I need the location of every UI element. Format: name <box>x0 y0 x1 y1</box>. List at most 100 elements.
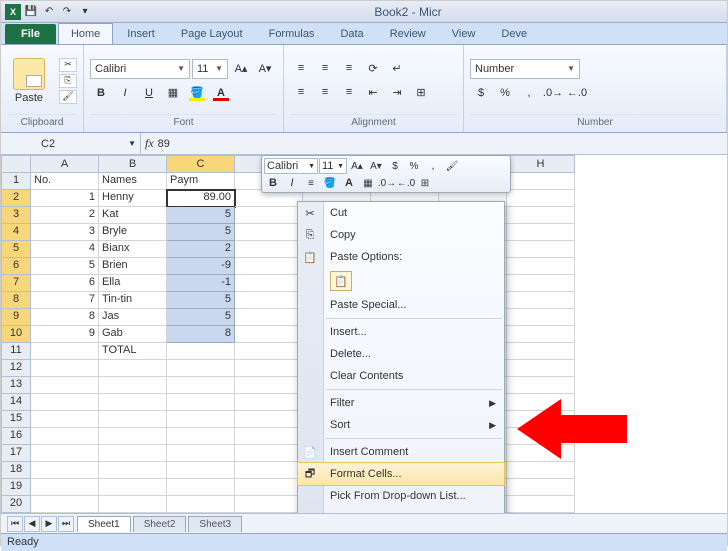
cell[interactable]: 3 <box>31 224 99 241</box>
cell[interactable] <box>31 496 99 513</box>
cell[interactable]: Gab <box>99 326 167 343</box>
cell[interactable]: -9 <box>167 258 235 275</box>
decrease-decimal-icon[interactable]: ←.0 <box>566 83 588 103</box>
menu-cut[interactable]: ✂Cut <box>298 202 504 224</box>
cell[interactable] <box>507 360 575 377</box>
menu-paste-option-values[interactable]: 📋 <box>298 268 504 294</box>
cell[interactable]: 4 <box>31 241 99 258</box>
cell[interactable] <box>235 411 303 428</box>
cell[interactable] <box>507 496 575 513</box>
mini-border-icon[interactable]: ▦ <box>359 175 377 191</box>
paste-button[interactable]: Paste <box>7 56 51 106</box>
cell[interactable]: 2 <box>167 241 235 258</box>
cell[interactable] <box>31 394 99 411</box>
cell[interactable]: Ella <box>99 275 167 292</box>
menu-copy[interactable]: ⎘Copy <box>298 224 504 246</box>
col-header-H[interactable]: H <box>507 155 575 173</box>
number-format-combo[interactable]: Number▼ <box>470 59 580 79</box>
cell[interactable] <box>167 411 235 428</box>
tab-file[interactable]: File <box>5 24 56 44</box>
row-header[interactable]: 18 <box>1 462 31 479</box>
cell[interactable]: 8 <box>31 309 99 326</box>
align-center-icon[interactable]: ≡ <box>314 83 336 103</box>
currency-button[interactable]: $ <box>470 83 492 103</box>
cell[interactable]: Jas <box>99 309 167 326</box>
cell[interactable] <box>167 360 235 377</box>
cell[interactable] <box>167 479 235 496</box>
cell[interactable] <box>167 462 235 479</box>
row-header[interactable]: 11 <box>1 343 31 360</box>
tab-page-layout[interactable]: Page Layout <box>169 24 255 44</box>
cell[interactable] <box>31 411 99 428</box>
cell[interactable]: Kat <box>99 207 167 224</box>
font-size-combo[interactable]: 11▼ <box>192 59 228 79</box>
cell[interactable]: Henny <box>99 190 167 207</box>
row-header[interactable]: 12 <box>1 360 31 377</box>
sheet-nav-prev-icon[interactable]: ◀ <box>24 516 40 532</box>
cell[interactable] <box>99 360 167 377</box>
qa-more-icon[interactable]: ▾ <box>77 4 93 20</box>
cell[interactable] <box>235 309 303 326</box>
menu-delete[interactable]: Delete... <box>298 343 504 365</box>
mini-bold-icon[interactable]: B <box>264 175 282 191</box>
cell[interactable] <box>31 377 99 394</box>
grow-font-icon[interactable]: A▴ <box>230 59 252 79</box>
cell[interactable] <box>235 377 303 394</box>
sheet-tab-1[interactable]: Sheet1 <box>77 516 131 532</box>
tab-data[interactable]: Data <box>328 24 375 44</box>
cell[interactable] <box>31 479 99 496</box>
copy-icon[interactable]: ⎘ <box>59 74 77 88</box>
cell[interactable]: 6 <box>31 275 99 292</box>
row-header[interactable]: 10 <box>1 326 31 343</box>
cell[interactable] <box>507 275 575 292</box>
wrap-text-button[interactable]: ↵ <box>386 59 408 79</box>
cell[interactable] <box>235 224 303 241</box>
align-left-icon[interactable]: ≡ <box>290 83 312 103</box>
shrink-font-icon[interactable]: A▾ <box>254 59 276 79</box>
cell[interactable]: -1 <box>167 275 235 292</box>
cell[interactable] <box>507 173 575 190</box>
cell[interactable]: 7 <box>31 292 99 309</box>
cell[interactable] <box>507 224 575 241</box>
cell[interactable] <box>507 258 575 275</box>
undo-icon[interactable]: ↶ <box>41 4 57 20</box>
mini-fill-icon[interactable]: 🪣 <box>321 175 339 191</box>
cell[interactable]: 5 <box>167 207 235 224</box>
tab-developer[interactable]: Deve <box>489 24 539 44</box>
cell[interactable] <box>507 309 575 326</box>
cell[interactable] <box>167 394 235 411</box>
cell[interactable]: TOTAL <box>99 343 167 360</box>
fill-color-button[interactable]: 🪣 <box>186 83 208 103</box>
cell[interactable] <box>99 411 167 428</box>
row-header[interactable]: 3 <box>1 207 31 224</box>
bold-button[interactable]: B <box>90 83 112 103</box>
tab-insert[interactable]: Insert <box>115 24 167 44</box>
merge-button[interactable]: ⊞ <box>410 83 432 103</box>
row-header[interactable]: 9 <box>1 309 31 326</box>
cell[interactable] <box>235 360 303 377</box>
cell[interactable]: 1 <box>31 190 99 207</box>
font-color-button[interactable]: A <box>210 83 232 103</box>
cell[interactable] <box>235 496 303 513</box>
cell[interactable] <box>167 428 235 445</box>
cell[interactable] <box>235 445 303 462</box>
cell[interactable] <box>31 462 99 479</box>
font-name-combo[interactable]: Calibri▼ <box>90 59 190 79</box>
cell[interactable] <box>31 360 99 377</box>
cell[interactable] <box>235 241 303 258</box>
save-icon[interactable]: 💾 <box>23 4 39 20</box>
mini-dec-dec-icon[interactable]: ←.0 <box>397 175 415 191</box>
cell[interactable] <box>235 462 303 479</box>
mini-size-combo[interactable]: 11▼ <box>319 158 347 174</box>
cut-icon[interactable]: ✂ <box>59 58 77 72</box>
tab-view[interactable]: View <box>440 24 488 44</box>
sheet-nav-last-icon[interactable]: ⏭ <box>58 516 74 532</box>
formula-input[interactable]: 89 <box>158 138 170 150</box>
cell[interactable] <box>99 445 167 462</box>
mini-font-combo[interactable]: Calibri▼ <box>264 158 318 174</box>
col-header-A[interactable]: A <box>31 155 99 173</box>
mini-dec-inc-icon[interactable]: .0→ <box>378 175 396 191</box>
row-header[interactable]: 8 <box>1 292 31 309</box>
cell[interactable]: Bianx <box>99 241 167 258</box>
cell[interactable]: Bryle <box>99 224 167 241</box>
